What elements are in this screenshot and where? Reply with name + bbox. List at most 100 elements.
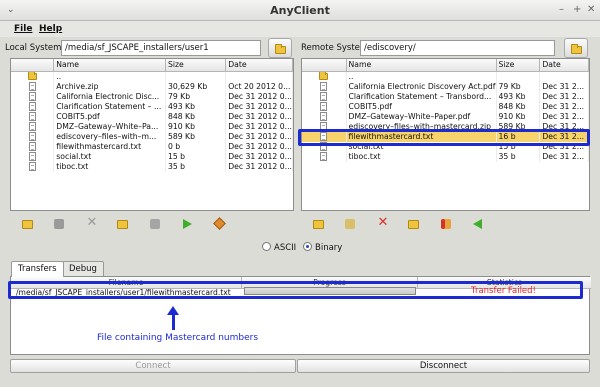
file-name: DMZ–Gateway–White–Paper.pdf — [346, 111, 497, 122]
menu-bar: File Help — [0, 21, 600, 37]
file-icon — [320, 152, 328, 161]
download-arrow-icon[interactable] — [473, 219, 482, 229]
local-file-panel[interactable]: Name Size Date .. Archive.zip 30,629 Kb Oct… — [10, 58, 294, 211]
permissions-icon[interactable] — [441, 219, 445, 229]
file-row[interactable]: COBIT5.pdf 848 Kb Dec 31 2... — [302, 101, 589, 112]
remote-file-highlight — [298, 129, 590, 146]
local-size-header[interactable]: Size — [165, 59, 227, 72]
new-folder-icon[interactable] — [22, 220, 33, 229]
file-name: tiboc.txt — [53, 161, 166, 172]
file-row-icon-cell — [11, 141, 55, 152]
local-date-header[interactable]: Date — [225, 59, 293, 72]
file-row[interactable]: COBIT5.pdf 848 Kb Dec 31 2012 0... — [11, 111, 293, 122]
file-date: Dec 31 2012 0... — [225, 131, 293, 142]
remote-size-header[interactable]: Size — [496, 59, 541, 72]
menu-help[interactable]: Help — [39, 24, 62, 34]
title-bar: ⌄ AnyClient – + ✕ — [0, 0, 600, 21]
annotation-text: File containing Mastercard numbers — [97, 333, 259, 343]
file-date: Dec 31 2012 0... — [225, 101, 293, 112]
file-row-icon-cell — [11, 131, 55, 142]
upload-arrow-icon[interactable] — [183, 219, 192, 229]
local-browse-button[interactable] — [268, 38, 292, 58]
new-folder-icon[interactable] — [313, 220, 324, 229]
file-row-icon-cell — [11, 101, 55, 112]
file-date: Dec 31 2012 0... — [225, 121, 293, 132]
file-row-icon-cell — [11, 91, 55, 102]
file-size: 35 b — [496, 151, 541, 162]
file-row-icon-cell — [302, 101, 347, 112]
ascii-radio[interactable]: ASCII — [262, 242, 296, 253]
file-name: ediscovery–files–with–m... — [53, 131, 166, 142]
file-icon — [28, 112, 36, 121]
binary-radio[interactable]: Binary — [303, 242, 342, 253]
file-row-icon-cell — [302, 91, 347, 102]
file-row[interactable]: .. — [11, 71, 293, 82]
file-row[interactable]: California Electronic Disc... 79 Kb Dec 31… — [11, 91, 293, 102]
file-row[interactable]: social.txt 15 b Dec 31 2012 0... — [11, 151, 293, 162]
remote-browse-button[interactable] — [564, 38, 588, 58]
menu-file[interactable]: File — [14, 24, 32, 34]
file-size: 910 Kb — [496, 111, 541, 122]
properties-icon[interactable] — [150, 219, 160, 229]
file-row[interactable]: California Electronic Discovery Act.pdf 7… — [302, 81, 589, 92]
file-row[interactable]: tiboc.txt 35 b Dec 31 2... — [302, 151, 589, 162]
remote-name-header[interactable]: Name — [346, 59, 497, 72]
file-row[interactable]: tiboc.txt 35 b Dec 31 2012 0... — [11, 161, 293, 172]
remote-file-table: Name Size Date .. California Electronic D… — [302, 59, 589, 162]
file-name: COBIT5.pdf — [346, 101, 497, 112]
file-icon — [28, 162, 36, 171]
file-date: Dec 31 2... — [539, 111, 589, 122]
file-icon — [28, 82, 36, 91]
binary-radio-icon — [303, 242, 312, 251]
file-row[interactable]: .. — [302, 71, 589, 82]
file-date: Dec 31 2... — [539, 151, 589, 162]
open-folder-icon[interactable] — [117, 220, 128, 229]
file-name: .. — [346, 71, 497, 82]
file-icon — [320, 82, 328, 91]
remote-path-input[interactable]: /ediscovery/ — [360, 40, 555, 56]
local-path-input[interactable]: /media/sf_JSCAPE_installers/user1 — [61, 40, 261, 56]
file-row[interactable]: DMZ–Gateway–White–Paper.pdf 910 Kb Dec 31 … — [302, 111, 589, 122]
file-size: 30,629 Kb — [165, 81, 227, 92]
file-name: .. — [53, 71, 166, 82]
file-row[interactable]: Clarification Statement – ... 493 Kb Dec 3… — [11, 101, 293, 112]
file-size: 35 b — [165, 161, 227, 172]
delete-icon[interactable]: ✕ — [85, 216, 99, 230]
file-icon — [320, 92, 328, 101]
refresh-icon[interactable] — [213, 217, 226, 230]
file-name: California Electronic Disc... — [53, 91, 166, 102]
remote-icon-column[interactable] — [302, 59, 347, 72]
tab-transfers[interactable]: Transfers — [11, 261, 64, 277]
file-icon — [320, 102, 328, 111]
file-row[interactable]: DMZ–Gateway–White–Pa... 910 Kb Dec 31 2012… — [11, 121, 293, 132]
close-button[interactable]: ✕ — [587, 4, 595, 15]
file-row[interactable]: filewithmastercard.txt 0 b Dec 31 2012 0..… — [11, 141, 293, 152]
file-size: 848 Kb — [165, 111, 227, 122]
transfer-row-highlight — [8, 281, 583, 299]
remote-date-header[interactable]: Date — [539, 59, 589, 72]
open-folder-icon[interactable] — [408, 220, 419, 229]
local-icon-column[interactable] — [11, 59, 55, 72]
file-size — [496, 71, 541, 82]
maximize-button[interactable]: + — [573, 4, 581, 15]
tab-debug[interactable]: Debug — [62, 261, 104, 276]
local-name-header[interactable]: Name — [53, 59, 166, 72]
connect-button[interactable]: Connect — [10, 359, 296, 373]
file-size: 79 Kb — [165, 91, 227, 102]
file-row[interactable]: Clarification Statement – Transbord... 49… — [302, 91, 589, 102]
file-size: 0 b — [165, 141, 227, 152]
window-title: AnyClient — [270, 4, 330, 17]
disconnect-button[interactable]: Disconnect — [297, 359, 590, 373]
annotation-arrow-icon — [167, 306, 179, 330]
remote-system-label: Remote System — [301, 43, 369, 53]
file-icon — [28, 132, 36, 141]
delete-icon[interactable]: ✕ — [376, 216, 390, 230]
file-row[interactable]: Archive.zip 30,629 Kb Oct 20 2012 0... — [11, 81, 293, 92]
file-row[interactable]: ediscovery–files–with–m... 589 Kb Dec 31 2… — [11, 131, 293, 142]
rename-icon[interactable] — [345, 219, 355, 229]
file-size: 910 Kb — [165, 121, 227, 132]
minimize-button[interactable]: – — [559, 4, 564, 15]
file-name: Archive.zip — [53, 81, 166, 92]
rename-icon[interactable] — [54, 219, 64, 229]
file-size: 79 Kb — [496, 81, 541, 92]
